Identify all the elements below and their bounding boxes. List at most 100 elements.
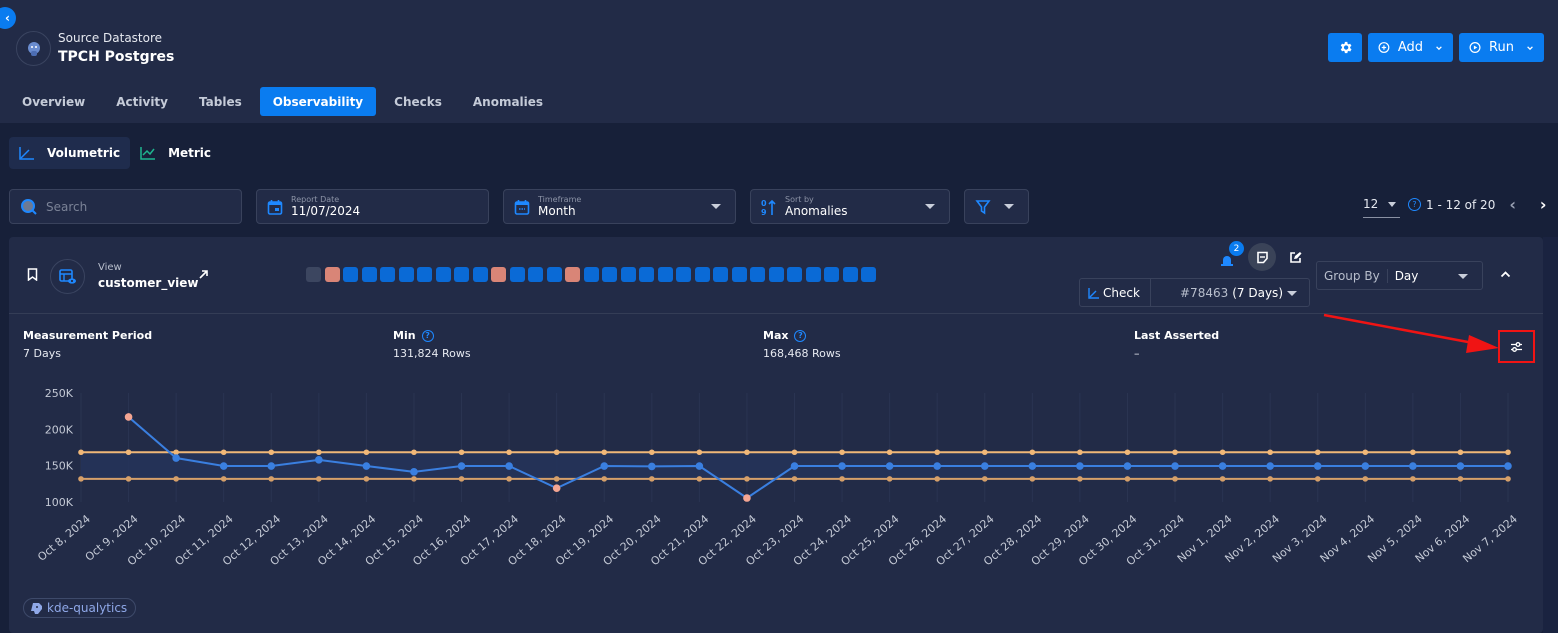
day-status-ok[interactable] <box>528 267 543 282</box>
sort-by-select[interactable]: 09 Sort by Anomalies <box>750 189 950 224</box>
day-status-ok[interactable] <box>602 267 617 282</box>
lower-bound-point <box>601 476 608 482</box>
next-page-button[interactable]: › <box>1540 195 1547 214</box>
day-status-ok[interactable] <box>713 267 728 282</box>
anomaly-point <box>743 494 751 502</box>
day-status-ok[interactable] <box>639 267 654 282</box>
day-status-anomaly[interactable] <box>491 267 506 282</box>
upper-bound-point <box>649 449 655 456</box>
edit-icon[interactable] <box>1289 251 1302 264</box>
day-status-ok[interactable] <box>417 267 432 282</box>
day-status-ok[interactable] <box>676 267 691 282</box>
upper-bound-point <box>506 449 512 456</box>
day-status-anomaly[interactable] <box>324 267 340 282</box>
data-point <box>219 462 228 470</box>
help-icon[interactable]: ? <box>1408 198 1421 211</box>
asset-name[interactable]: customer_view <box>98 276 199 290</box>
tab-checks[interactable]: Checks <box>381 87 455 116</box>
page-scrollbar[interactable] <box>1543 237 1558 633</box>
day-status-ok[interactable] <box>583 267 599 282</box>
upper-bound-point <box>1267 449 1273 456</box>
upper-bound-point <box>791 449 798 456</box>
day-status-ok[interactable] <box>750 267 765 282</box>
chevron-up-icon[interactable] <box>1500 270 1511 278</box>
day-status-ok[interactable] <box>731 267 747 282</box>
day-status-ok[interactable] <box>768 267 784 282</box>
caret-down-icon <box>925 204 935 209</box>
data-point <box>1171 462 1179 470</box>
sort-numeric-icon: 09 <box>761 199 776 216</box>
notes-button[interactable] <box>1248 243 1276 271</box>
bookmark-icon[interactable] <box>27 268 38 281</box>
tab-activity[interactable]: Activity <box>103 87 181 116</box>
day-status-none[interactable] <box>306 267 321 282</box>
data-point <box>457 462 466 470</box>
day-status-ok[interactable] <box>472 267 488 282</box>
day-status-ok[interactable] <box>824 267 839 282</box>
report-date-value: 11/07/2024 <box>291 204 361 218</box>
search-placeholder: Search <box>46 199 88 214</box>
report-date-field[interactable]: Report Date 11/07/2024 <box>256 189 489 224</box>
help-icon[interactable]: ? <box>421 329 434 342</box>
collapse-sidebar-button[interactable]: ‹ <box>0 7 16 29</box>
day-status-ok[interactable] <box>380 267 395 282</box>
day-status-ok[interactable] <box>435 267 451 282</box>
lower-bound-point <box>220 476 227 482</box>
tab-overview[interactable]: Overview <box>9 87 98 116</box>
upper-bound-point <box>78 449 84 456</box>
subtab-metric[interactable]: Metric <box>130 137 221 169</box>
day-status-ok[interactable] <box>398 267 414 282</box>
lower-bound-point <box>506 476 512 482</box>
subtab-volumetric[interactable]: Volumetric <box>9 137 131 169</box>
prev-page-button[interactable]: ‹ <box>1509 195 1516 214</box>
day-status-ok[interactable] <box>787 267 802 282</box>
tab-observability[interactable]: Observability <box>259 87 377 116</box>
tab-anomalies[interactable]: Anomalies <box>460 87 556 116</box>
data-point <box>1456 462 1465 470</box>
svg-text:0: 0 <box>761 199 767 208</box>
day-status-anomaly[interactable] <box>565 267 580 282</box>
chart-settings-button[interactable] <box>1498 330 1535 363</box>
lower-bound-point <box>316 476 322 482</box>
lower-bound-point <box>268 476 275 482</box>
per-page-select[interactable]: 12 <box>1363 197 1400 218</box>
help-icon[interactable]: ? <box>794 329 807 342</box>
search-field[interactable]: Search <box>9 189 242 224</box>
line-chart-icon <box>19 147 34 160</box>
lower-bound-point <box>1267 476 1273 482</box>
day-status-ok[interactable] <box>861 267 876 282</box>
filter-dropdown-button[interactable] <box>964 189 1029 224</box>
external-link-icon[interactable] <box>198 269 209 280</box>
day-status-ok[interactable] <box>805 267 821 282</box>
day-status-ok[interactable] <box>509 267 525 282</box>
day-status-ok[interactable] <box>361 267 377 282</box>
day-status-ok[interactable] <box>657 267 673 282</box>
caret-down-icon <box>1287 291 1297 296</box>
data-point <box>648 462 656 471</box>
day-status-ok[interactable] <box>842 267 858 282</box>
lower-bound-point <box>839 476 845 482</box>
add-button[interactable]: Add <box>1368 33 1453 62</box>
day-status-ok[interactable] <box>343 267 358 282</box>
settings-button[interactable] <box>1328 33 1362 62</box>
upper-bound-point <box>1029 449 1036 456</box>
upper-bound-point <box>886 449 893 456</box>
tag-label: kde-qualytics <box>47 601 128 615</box>
day-status-ok[interactable] <box>694 267 710 282</box>
run-button[interactable]: Run <box>1459 33 1544 62</box>
day-status-ok[interactable] <box>546 267 562 282</box>
tab-tables[interactable]: Tables <box>186 87 255 116</box>
lower-bound-point <box>1029 476 1036 482</box>
data-point <box>1218 462 1227 470</box>
data-point <box>1123 462 1132 470</box>
upper-bound-point <box>1077 449 1083 456</box>
observability-subtabs: Volumetric Metric <box>9 137 221 169</box>
timeframe-select[interactable]: Timeframe Month <box>503 189 736 224</box>
group-by-value: Day <box>1394 268 1419 283</box>
check-selector[interactable]: Check #78463 (7 Days) <box>1079 278 1310 307</box>
group-by-select[interactable]: Group By Day <box>1316 261 1483 290</box>
day-status-ok[interactable] <box>620 267 636 282</box>
upper-bound-point <box>1314 449 1321 456</box>
tag-chip[interactable]: kde-qualytics <box>23 598 137 618</box>
day-status-ok[interactable] <box>454 267 469 282</box>
